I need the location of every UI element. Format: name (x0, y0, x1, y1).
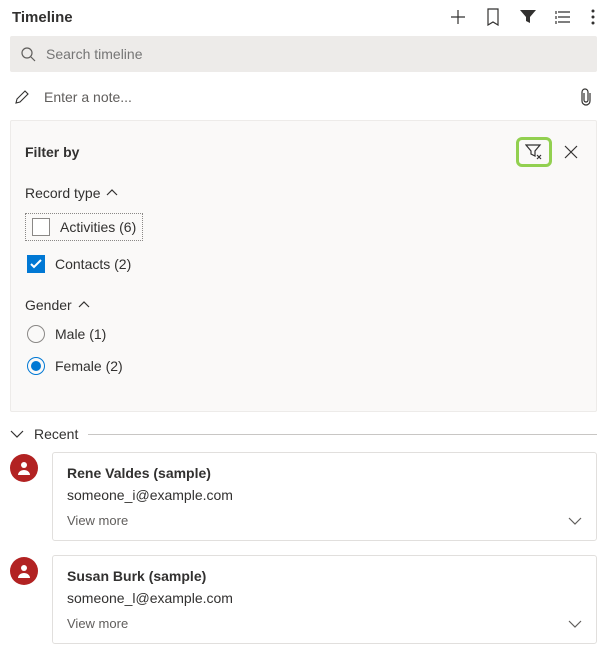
section-recent[interactable]: Recent (0, 412, 607, 452)
search-input[interactable] (46, 46, 587, 62)
filter-panel: Filter by Record type Activities (6) Con… (10, 120, 597, 412)
radio-label: Male (1) (55, 326, 106, 342)
checkbox-label: Contacts (2) (55, 256, 131, 272)
avatar[interactable] (10, 557, 38, 585)
record-name: Susan Burk (sample) (67, 568, 582, 584)
chevron-down-icon (10, 429, 24, 439)
view-more-link[interactable]: View more (67, 513, 128, 528)
edit-icon (14, 89, 30, 105)
record-card[interactable]: Susan Burk (sample) someone_l@example.co… (52, 555, 597, 644)
bookmark-icon[interactable] (485, 8, 501, 26)
clear-filter-button[interactable] (516, 137, 552, 167)
radio-male[interactable] (27, 325, 45, 343)
radio-female-row[interactable]: Female (2) (25, 357, 582, 375)
checkbox-activities[interactable] (32, 218, 50, 236)
radio-female[interactable] (27, 357, 45, 375)
checkbox-label: Activities (6) (60, 219, 136, 235)
filter-title: Filter by (25, 144, 516, 160)
record-name: Rene Valdes (sample) (67, 465, 582, 481)
attachment-icon[interactable] (579, 88, 593, 106)
chevron-down-icon[interactable] (568, 516, 582, 526)
filter-header: Filter by (25, 137, 582, 167)
record-email: someone_i@example.com (67, 487, 582, 503)
filter-icon[interactable] (519, 9, 537, 25)
page-title: Timeline (12, 9, 449, 26)
sort-icon[interactable] (555, 9, 573, 25)
more-icon[interactable] (591, 9, 595, 25)
record-item: Susan Burk (sample) someone_l@example.co… (0, 555, 607, 658)
note-placeholder: Enter a note... (44, 89, 579, 105)
chevron-down-icon[interactable] (568, 619, 582, 629)
chevron-up-icon (78, 301, 90, 309)
radio-male-row[interactable]: Male (1) (25, 325, 582, 343)
header-actions (449, 8, 595, 26)
avatar[interactable] (10, 454, 38, 482)
close-icon[interactable] (560, 141, 582, 163)
search-icon (20, 46, 36, 62)
search-bar[interactable] (10, 36, 597, 72)
group-label: Gender (25, 297, 72, 313)
section-label: Recent (34, 426, 78, 442)
checkbox-contacts-row[interactable]: Contacts (2) (25, 255, 582, 273)
record-footer: View more (67, 616, 582, 631)
radio-label: Female (2) (55, 358, 123, 374)
add-icon[interactable] (449, 8, 467, 26)
group-label: Record type (25, 185, 100, 201)
record-card[interactable]: Rene Valdes (sample) someone_i@example.c… (52, 452, 597, 541)
group-record-type[interactable]: Record type (25, 185, 582, 201)
chevron-up-icon (106, 189, 118, 197)
record-footer: View more (67, 513, 582, 528)
note-row[interactable]: Enter a note... (0, 78, 607, 120)
record-email: someone_l@example.com (67, 590, 582, 606)
view-more-link[interactable]: View more (67, 616, 128, 631)
divider-line (88, 434, 597, 435)
group-gender[interactable]: Gender (25, 297, 582, 313)
record-item: Rene Valdes (sample) someone_i@example.c… (0, 452, 607, 555)
checkbox-contacts[interactable] (27, 255, 45, 273)
checkbox-activities-wrapper[interactable]: Activities (6) (25, 213, 143, 241)
timeline-header: Timeline (0, 0, 607, 30)
